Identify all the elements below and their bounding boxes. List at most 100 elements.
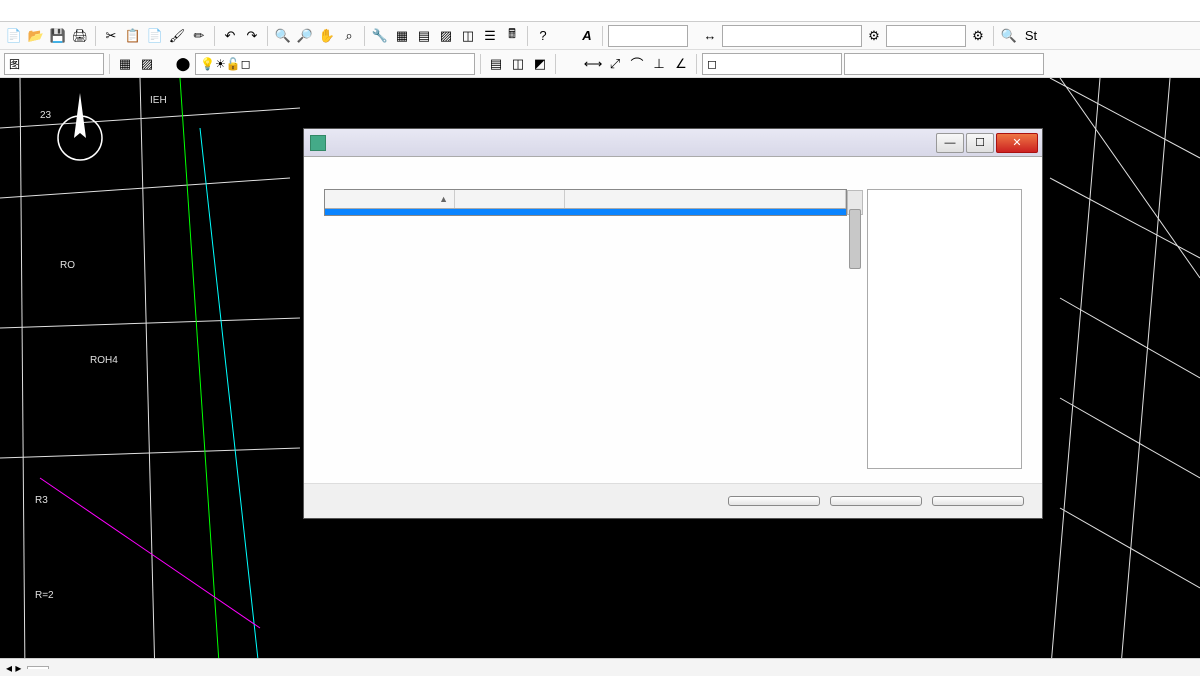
- lock-icon: 🔓: [226, 57, 241, 71]
- separator: [109, 54, 110, 74]
- zoom-icon[interactable]: 🔍: [273, 26, 293, 46]
- status-bar: ◂ ▸: [0, 658, 1200, 676]
- color-combo[interactable]: ◻: [702, 53, 842, 75]
- tool-icon[interactable]: 🔧: [370, 26, 390, 46]
- properties-table: ▲: [324, 189, 847, 216]
- search-icon[interactable]: 🔍: [999, 26, 1019, 46]
- scrollbar-thumb[interactable]: [849, 209, 861, 269]
- separator: [602, 26, 603, 46]
- menu-help[interactable]: [148, 9, 164, 13]
- menu-draw[interactable]: [84, 9, 100, 13]
- separator: [527, 26, 528, 46]
- calc-icon[interactable]: 🖩: [502, 26, 522, 46]
- pencil-icon[interactable]: ✏: [189, 26, 209, 46]
- dimstyle-combo[interactable]: [722, 25, 862, 47]
- cut-icon[interactable]: ✂: [101, 26, 121, 46]
- menu-dimension[interactable]: [100, 9, 116, 13]
- menu-view[interactable]: [20, 9, 36, 13]
- brush-icon[interactable]: 🖌: [167, 26, 187, 46]
- dim-angle-icon[interactable]: ∠: [671, 54, 691, 74]
- dim-arc-icon[interactable]: ⌒: [627, 54, 647, 74]
- menu-insert[interactable]: [36, 9, 52, 13]
- settings-icon[interactable]: ⚙: [968, 26, 988, 46]
- table-icon[interactable]: ▤: [414, 26, 434, 46]
- cancel-button[interactable]: [932, 496, 1024, 506]
- north-compass-icon: [50, 88, 110, 168]
- tab-arrows[interactable]: ◂ ▸: [6, 661, 21, 675]
- redo-icon[interactable]: ↷: [242, 26, 262, 46]
- layer-state-icon[interactable]: ◫: [508, 54, 528, 74]
- svg-text:R=2: R=2: [35, 590, 54, 601]
- table-scrollbar[interactable]: [847, 190, 863, 215]
- dim-ord-icon[interactable]: ⊥: [649, 54, 669, 74]
- layout-combo[interactable]: 图: [4, 53, 104, 75]
- save-icon[interactable]: 💾: [48, 26, 68, 46]
- header-category[interactable]: [565, 190, 846, 208]
- undo-icon[interactable]: ↶: [220, 26, 240, 46]
- svg-text:IEH: IEH: [150, 95, 167, 106]
- dim-icon[interactable]: ↔: [700, 26, 720, 46]
- new-icon[interactable]: 📄: [4, 26, 24, 46]
- menu-modify[interactable]: [116, 9, 132, 13]
- separator: [993, 26, 994, 46]
- menu-edit[interactable]: [4, 9, 20, 13]
- layer-iso-icon[interactable]: ◩: [530, 54, 550, 74]
- header-display-name[interactable]: [455, 190, 565, 208]
- separator: [555, 54, 556, 74]
- pan-icon[interactable]: ✋: [317, 26, 337, 46]
- color-box-icon: ◻: [707, 57, 717, 71]
- separator: [267, 26, 268, 46]
- dim-settings-icon[interactable]: ⚙: [864, 26, 884, 46]
- lightbulb-icon: 💡: [200, 57, 215, 71]
- paste-icon[interactable]: 📄: [145, 26, 165, 46]
- menu-window[interactable]: [132, 9, 148, 13]
- menu-format[interactable]: [52, 9, 68, 13]
- text-style-icon[interactable]: A: [577, 26, 597, 46]
- layer-prev-icon[interactable]: ▤: [486, 54, 506, 74]
- open-icon[interactable]: 📂: [26, 26, 46, 46]
- minimize-button[interactable]: —: [936, 133, 964, 153]
- table-header: ▲: [325, 190, 846, 209]
- svg-text:RO: RO: [60, 260, 75, 271]
- dialog-titlebar[interactable]: — ☐ ✕: [304, 129, 1042, 157]
- zoom-window-icon[interactable]: ⌕: [339, 26, 359, 46]
- maximize-button[interactable]: ☐: [966, 133, 994, 153]
- layer-icon[interactable]: ▦: [115, 54, 135, 74]
- separator: [696, 54, 697, 74]
- layer-manager-icon[interactable]: ⬤: [173, 54, 193, 74]
- dim-linear-icon[interactable]: ⟷: [583, 54, 603, 74]
- svg-text:ROH4: ROH4: [90, 355, 118, 366]
- help-icon[interactable]: ?: [533, 26, 553, 46]
- back-button[interactable]: [728, 496, 820, 506]
- color-swatch-icon: ◻: [241, 57, 251, 71]
- header-property[interactable]: ▲: [325, 190, 455, 208]
- grid-icon[interactable]: ▨: [436, 26, 456, 46]
- separator: [95, 26, 96, 46]
- textstyle-combo[interactable]: [608, 25, 688, 47]
- next-button[interactable]: [830, 496, 922, 506]
- close-button[interactable]: ✕: [996, 133, 1038, 153]
- separator: [214, 26, 215, 46]
- zoom-extents-icon[interactable]: 🔎: [295, 26, 315, 46]
- menu-tools[interactable]: [68, 9, 84, 13]
- copy-icon[interactable]: 📋: [123, 26, 143, 46]
- dim-aligned-icon[interactable]: ⤢: [605, 54, 625, 74]
- print-icon[interactable]: 🖨: [70, 26, 90, 46]
- category-filter-list: [867, 189, 1022, 469]
- svg-text:R3: R3: [35, 495, 48, 506]
- sheet-icon[interactable]: ▦: [392, 26, 412, 46]
- layer-props-icon[interactable]: ▨: [137, 54, 157, 74]
- props-icon[interactable]: ☰: [480, 26, 500, 46]
- layout-tab[interactable]: [27, 666, 49, 669]
- standard-combo[interactable]: [886, 25, 966, 47]
- dialog-footer: [304, 483, 1042, 518]
- toolbar-main: 📄 📂 💾 🖨 ✂ 📋 📄 🖌 ✏ ↶ ↷ 🔍 🔎 ✋ ⌕ 🔧 ▦ ▤ ▨ ◫ …: [0, 22, 1200, 50]
- menu-bar: [0, 0, 1200, 22]
- misc-icon[interactable]: St: [1021, 26, 1041, 46]
- separator: [364, 26, 365, 46]
- linetype-combo[interactable]: [844, 53, 1044, 75]
- layer-combo[interactable]: 💡 ☀ 🔓 ◻: [195, 53, 475, 75]
- selected-rows-group: [325, 209, 846, 215]
- block-icon[interactable]: ◫: [458, 26, 478, 46]
- sort-arrow-icon: ▲: [439, 194, 448, 204]
